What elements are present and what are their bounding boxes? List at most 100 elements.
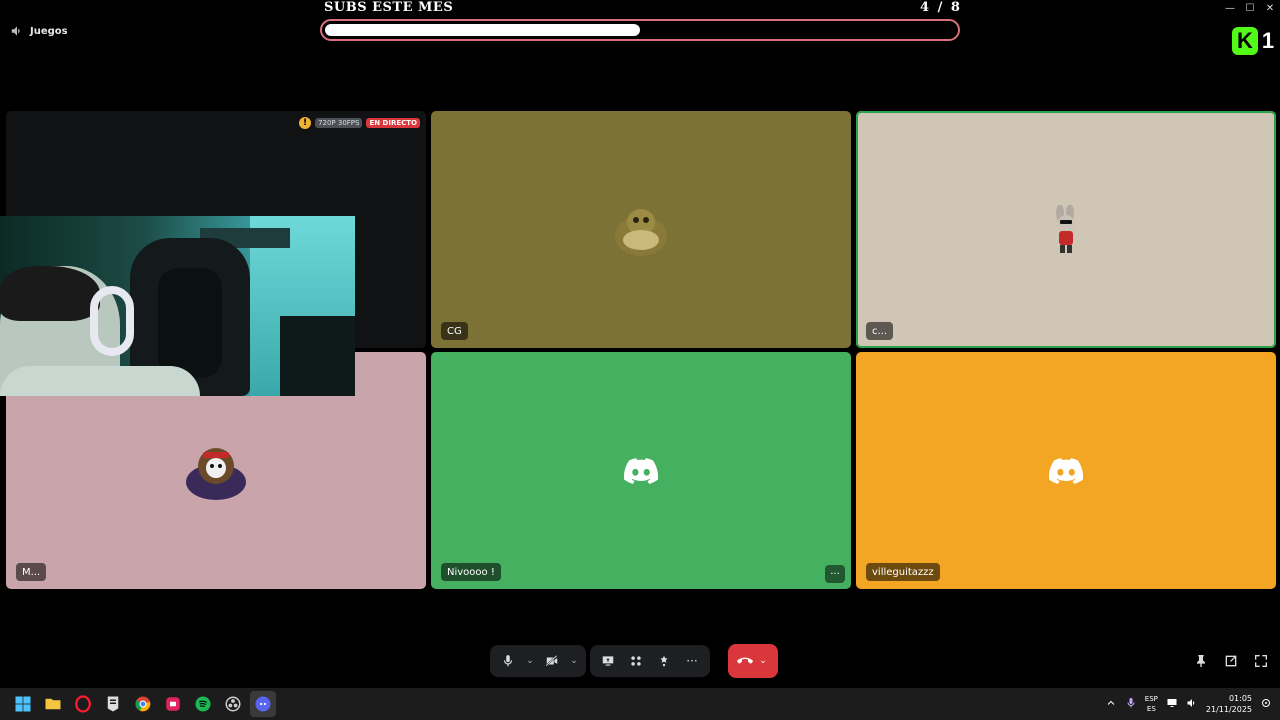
- popout-button[interactable]: [1222, 652, 1240, 670]
- activity-controls: ···: [590, 645, 710, 677]
- taskbar-discord[interactable]: [250, 691, 276, 717]
- subs-goal-title: SUBS ESTE MES: [324, 0, 454, 15]
- monitor-network-icon: [1167, 699, 1177, 707]
- subs-goal-count: 4 / 8: [920, 0, 960, 15]
- close-button[interactable]: ✕: [1260, 0, 1280, 16]
- chevron-up-icon: [1107, 700, 1115, 705]
- tile-more-button[interactable]: ···: [825, 565, 845, 583]
- minimize-button[interactable]: —: [1220, 0, 1240, 16]
- turtle-avatar: [615, 208, 667, 256]
- taskbar-file-explorer[interactable]: [40, 691, 66, 717]
- channel-name: Juegos: [30, 25, 68, 37]
- streamer-hair: [0, 266, 100, 321]
- participant-name: c...: [866, 322, 894, 340]
- taskbar-obs[interactable]: [220, 691, 246, 717]
- camera-off-icon: [545, 655, 558, 667]
- camera-button[interactable]: [540, 648, 564, 674]
- speaker-icon: [11, 26, 20, 36]
- webcam-object: [280, 316, 355, 396]
- logo-number: 1: [1261, 28, 1275, 53]
- window-controls: — ☐ ✕: [1220, 0, 1280, 16]
- microphone-button[interactable]: [496, 648, 520, 674]
- epic-games-icon: [107, 696, 119, 712]
- taskbar-chrome[interactable]: [130, 691, 156, 717]
- participant-name: villeguitazzz: [866, 563, 940, 581]
- microphone-icon: [1127, 698, 1135, 708]
- taskbar-spotify[interactable]: [190, 691, 216, 717]
- participant-name: M...: [16, 563, 47, 581]
- participant-tile-c[interactable]: c...: [856, 111, 1276, 348]
- microphone-icon: [503, 655, 513, 667]
- fullscreen-button[interactable]: [1252, 652, 1270, 670]
- volume-icon: [1187, 699, 1195, 707]
- participant-tile-cg[interactable]: CG: [431, 111, 851, 348]
- taskbar-clock[interactable]: 01:05 21/11/2025: [1206, 693, 1252, 715]
- view-controls: [1192, 652, 1270, 670]
- pin-icon: [1197, 655, 1205, 667]
- voice-channel-header[interactable]: Juegos: [10, 24, 68, 38]
- soundboard-icon: [660, 655, 668, 667]
- camera-options-chevron[interactable]: ⌄: [568, 656, 580, 666]
- participant-tile-nivoooo[interactable]: Nivoooo ! ···: [431, 352, 851, 589]
- notifications-button[interactable]: [1260, 697, 1272, 711]
- taskbar-epic-games[interactable]: [100, 691, 126, 717]
- chat-app-icon: [166, 697, 180, 711]
- phone-hangup-icon: [737, 657, 753, 664]
- spotify-icon: [195, 696, 211, 712]
- warning-icon[interactable]: !: [299, 117, 312, 129]
- bunny-avatar: [1056, 204, 1074, 253]
- obs-icon: [225, 696, 241, 712]
- screen-share-button[interactable]: [596, 648, 620, 674]
- subs-progress-fill: [325, 24, 640, 36]
- popout-icon: [1225, 655, 1237, 667]
- stream-badges: ! 720P 30FPS EN DIRECTO: [299, 117, 420, 129]
- subs-progress-bar: [320, 19, 960, 41]
- more-options-button[interactable]: ···: [680, 648, 704, 674]
- streamer-shoulder: [0, 366, 200, 396]
- media-controls: ⌄ ⌄: [490, 645, 586, 677]
- character-avatar: [186, 447, 246, 500]
- subs-goal: / 8: [937, 0, 960, 15]
- opera-icon: [75, 695, 91, 713]
- chrome-icon: [135, 696, 151, 712]
- microphone-options-chevron[interactable]: ⌄: [524, 656, 536, 666]
- tray-microphone-button[interactable]: [1125, 697, 1137, 711]
- subs-current: 4: [920, 0, 930, 15]
- soundboard-button[interactable]: [652, 648, 676, 674]
- show-hidden-icons-button[interactable]: [1105, 697, 1117, 711]
- windows-logo-icon: [15, 696, 31, 712]
- language-top: ESP: [1144, 695, 1158, 703]
- taskbar-opera[interactable]: [70, 691, 96, 717]
- discord-logo-icon: [1049, 457, 1083, 484]
- windows-taskbar: ESP ES 01:05 21/11/2025: [0, 688, 1280, 720]
- language-bottom: ES: [1146, 705, 1156, 713]
- volume-button[interactable]: [1186, 697, 1198, 711]
- disconnect-options-chevron[interactable]: ⌄: [757, 656, 769, 666]
- participant-tile-villeguitazzz[interactable]: villeguitazzz: [856, 352, 1276, 589]
- maximize-button[interactable]: ☐: [1240, 0, 1260, 16]
- notification-icon: [1262, 699, 1270, 707]
- pin-button[interactable]: [1192, 652, 1210, 670]
- language-indicator[interactable]: ESP ES: [1145, 694, 1158, 714]
- discord-logo-icon: [624, 457, 658, 484]
- logo-k: K: [1232, 27, 1258, 55]
- webcam-overlay: [0, 216, 355, 396]
- clock-date: 21/11/2025: [1205, 705, 1252, 714]
- participant-name: Nivoooo !: [441, 563, 501, 581]
- folder-icon: [45, 698, 61, 710]
- network-button[interactable]: [1166, 697, 1178, 711]
- headphones: [90, 286, 134, 356]
- start-button[interactable]: [10, 691, 36, 717]
- fullscreen-icon: [1255, 655, 1267, 667]
- disconnect-button[interactable]: ⌄: [728, 644, 778, 678]
- clock-time: 01:05: [1228, 694, 1252, 703]
- taskbar-app-red[interactable]: [160, 691, 186, 717]
- system-tray: ESP ES 01:05 21/11/2025: [1105, 688, 1272, 720]
- kick-logo: K 1: [1232, 26, 1280, 56]
- screen-share-icon: [602, 656, 614, 666]
- live-badge: EN DIRECTO: [366, 118, 420, 128]
- discord-icon: [255, 696, 271, 712]
- activities-button[interactable]: [624, 648, 648, 674]
- participant-name: CG: [441, 322, 468, 340]
- activity-icon: [631, 656, 641, 666]
